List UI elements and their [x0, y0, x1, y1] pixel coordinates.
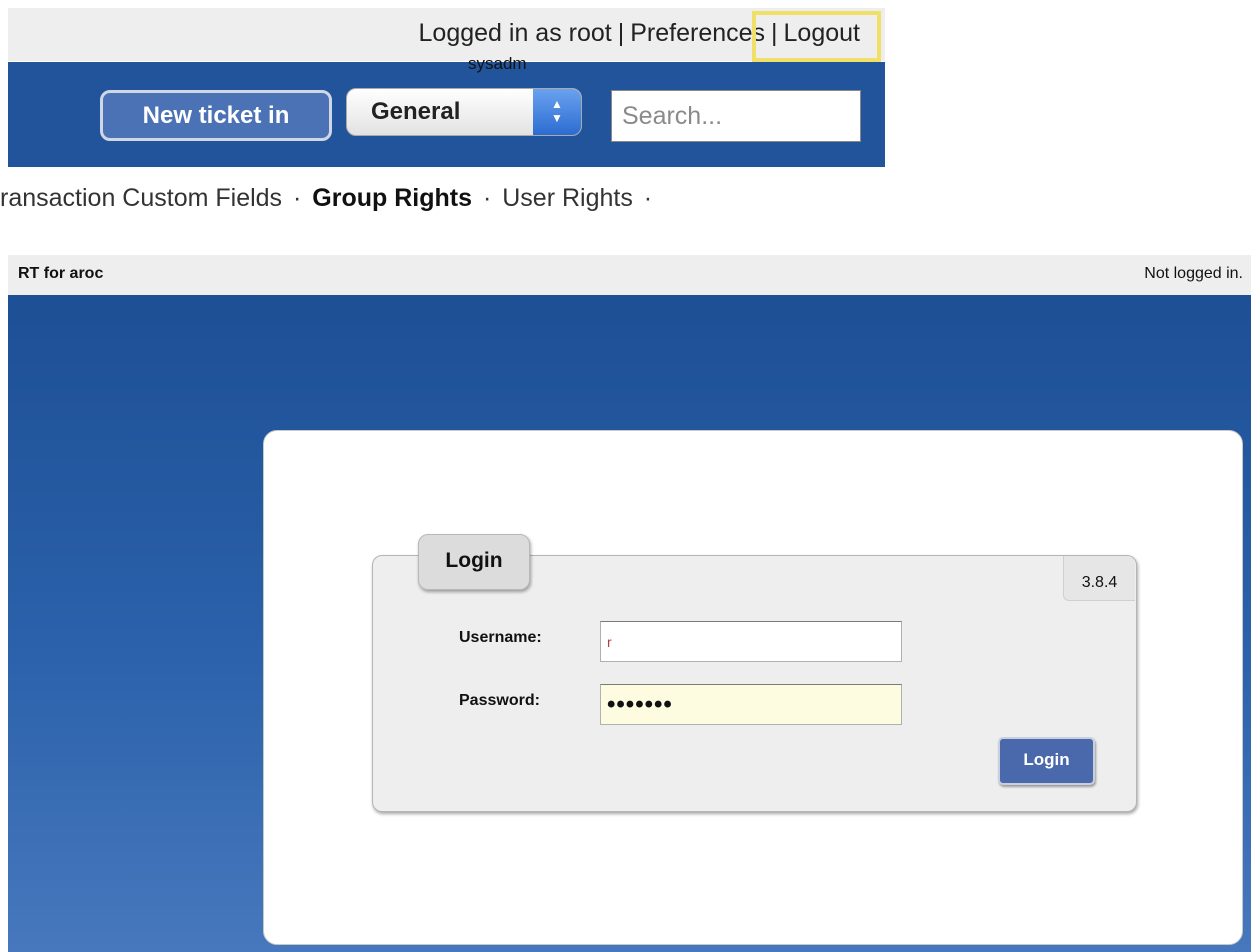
- user-menu: Logged in as root | Preferences | Logout: [0, 8, 860, 58]
- new-ticket-button[interactable]: New ticket in: [100, 90, 332, 141]
- menu-separator: |: [617, 19, 625, 47]
- nav-separator: ·: [643, 184, 653, 212]
- search-input[interactable]: [611, 90, 861, 142]
- logout-highlight-box: [752, 11, 881, 62]
- nav-separator: ·: [293, 184, 302, 212]
- queue-select-value: General: [371, 98, 461, 125]
- login-status: Not logged in.: [1144, 265, 1243, 282]
- sysadm-label: sysadm: [468, 54, 527, 73]
- password-label: Password:: [459, 692, 540, 709]
- top-screenshot-panel: Logged in as root | Preferences | Logout sys…: [0, 0, 885, 168]
- rights-nav: ransaction Custom Fields · Group Rights …: [0, 178, 656, 218]
- rt-header-bar: RT for aroc Not logged in.: [8, 255, 1251, 295]
- user-rights-link[interactable]: User Rights: [502, 184, 633, 212]
- queue-select[interactable]: General ▲ ▼: [346, 88, 582, 136]
- login-box-title: Login: [418, 534, 530, 590]
- password-field[interactable]: [600, 684, 902, 725]
- transaction-custom-fields-link[interactable]: ransaction Custom Fields: [0, 184, 282, 212]
- version-label: 3.8.4: [1063, 556, 1135, 601]
- preferences-link[interactable]: Preferences: [630, 19, 765, 47]
- username-field[interactable]: [600, 621, 902, 662]
- select-arrows-icon: ▲ ▼: [533, 89, 581, 135]
- rt-title: RT for aroc: [18, 265, 104, 282]
- username-label: Username:: [459, 629, 542, 646]
- nav-separator: ·: [482, 184, 492, 212]
- login-button[interactable]: Login: [998, 737, 1095, 785]
- logged-in-text: Logged in as root: [418, 19, 612, 47]
- group-rights-link[interactable]: Group Rights: [312, 184, 472, 212]
